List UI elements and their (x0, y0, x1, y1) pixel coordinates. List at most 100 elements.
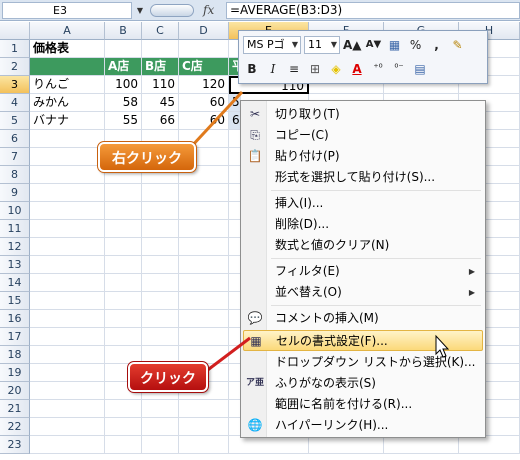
cell-b2-header[interactable]: A店 (105, 58, 142, 76)
formula-bar-resize-handle[interactable] (150, 4, 194, 17)
font-color-icon[interactable]: A (348, 60, 366, 78)
column-header-d[interactable]: D (179, 22, 229, 40)
grid-cell[interactable] (179, 256, 229, 274)
column-header-b[interactable]: B (105, 22, 142, 40)
grid-cell[interactable] (179, 238, 229, 256)
grid-cell[interactable] (105, 400, 142, 418)
row-header-15[interactable]: 15 (0, 292, 30, 310)
grid-cell[interactable] (179, 274, 229, 292)
grid-cell[interactable] (30, 130, 105, 148)
grid-cell[interactable] (142, 274, 179, 292)
grid-cell[interactable] (142, 184, 179, 202)
menu-item-cut[interactable]: ✂ 切り取り(T) (243, 104, 483, 125)
menu-item-sort[interactable]: 並べ替え(O) ▶ (243, 282, 483, 303)
grid-cell[interactable] (30, 400, 105, 418)
grid-cell[interactable] (142, 292, 179, 310)
row-header-14[interactable]: 14 (0, 274, 30, 292)
cell-b5[interactable]: 55 (105, 112, 142, 130)
grid-cell[interactable] (384, 436, 459, 454)
grid-cell[interactable] (142, 328, 179, 346)
grid-cell[interactable] (30, 274, 105, 292)
row-header-11[interactable]: 11 (0, 220, 30, 238)
menu-item-delete[interactable]: 削除(D)... (243, 214, 483, 235)
cell-d2-header[interactable]: C店 (179, 58, 229, 76)
grid-cell[interactable] (105, 220, 142, 238)
menu-item-filter[interactable]: フィルタ(E) ▶ (243, 261, 483, 282)
grid-cell[interactable] (30, 292, 105, 310)
grid-cell[interactable] (105, 40, 142, 58)
grid-cell[interactable] (179, 40, 229, 58)
cell-d5[interactable]: 60 (179, 112, 229, 130)
menu-item-paste[interactable]: 📋 貼り付け(P) (243, 146, 483, 167)
cell-a1-title[interactable]: 価格表 (30, 40, 105, 58)
row-header-17[interactable]: 17 (0, 328, 30, 346)
grid-cell[interactable] (30, 364, 105, 382)
grid-cell[interactable] (105, 202, 142, 220)
grid-cell[interactable] (105, 256, 142, 274)
grid-cell[interactable] (105, 310, 142, 328)
cell-c4[interactable]: 45 (142, 94, 179, 112)
row-header-12[interactable]: 12 (0, 238, 30, 256)
row-header-3[interactable]: 3 (0, 76, 30, 94)
grid-cell[interactable] (30, 328, 105, 346)
menu-item-format-cells[interactable]: ▦ セルの書式設定(F)... (243, 330, 483, 351)
row-header-21[interactable]: 21 (0, 400, 30, 418)
grid-cell[interactable] (179, 436, 229, 454)
grid-cell[interactable] (105, 184, 142, 202)
row-header-1[interactable]: 1 (0, 40, 30, 58)
grid-cell[interactable] (30, 166, 105, 184)
grid-cell[interactable] (179, 310, 229, 328)
grid-cell[interactable] (30, 184, 105, 202)
grid-cell[interactable] (105, 436, 142, 454)
grid-cell[interactable] (229, 436, 309, 454)
grid-cell[interactable] (179, 400, 229, 418)
grid-cell[interactable] (142, 238, 179, 256)
format-painter-icon[interactable]: ✎ (449, 36, 467, 54)
grid-cell[interactable] (459, 436, 520, 454)
grid-cell[interactable] (30, 436, 105, 454)
row-header-16[interactable]: 16 (0, 310, 30, 328)
grid-cell[interactable] (179, 292, 229, 310)
grid-cell[interactable] (30, 202, 105, 220)
cell-d4[interactable]: 60 (179, 94, 229, 112)
grid-cell[interactable] (105, 418, 142, 436)
fill-color-icon[interactable]: ◈ (327, 60, 345, 78)
menu-item-hyperlink[interactable]: 🌐 ハイパーリンク(H)... (243, 415, 483, 436)
menu-item-copy[interactable]: ⎘ コピー(C) (243, 125, 483, 146)
grid-cell[interactable] (179, 220, 229, 238)
cell-a5[interactable]: バナナ (30, 112, 105, 130)
grid-cell[interactable] (179, 328, 229, 346)
grid-cell[interactable] (105, 328, 142, 346)
row-header-13[interactable]: 13 (0, 256, 30, 274)
grid-cell[interactable] (30, 346, 105, 364)
grow-font-icon[interactable]: A▲ (343, 36, 362, 54)
grid-cell[interactable] (142, 436, 179, 454)
cell-c3[interactable]: 110 (142, 76, 179, 94)
grid-cell[interactable] (30, 148, 105, 166)
percent-style-icon[interactable]: % (407, 36, 425, 54)
cell-a4[interactable]: みかん (30, 94, 105, 112)
column-header-c[interactable]: C (142, 22, 179, 40)
grid-cell[interactable] (142, 40, 179, 58)
grid-cell[interactable] (30, 310, 105, 328)
grid-cell[interactable] (105, 274, 142, 292)
row-header-18[interactable]: 18 (0, 346, 30, 364)
grid-cell[interactable] (309, 436, 384, 454)
borders-icon[interactable]: ⊞ (306, 60, 324, 78)
cell-b3[interactable]: 100 (105, 76, 142, 94)
row-header-6[interactable]: 6 (0, 130, 30, 148)
merge-center-icon[interactable]: ▤ (411, 60, 429, 78)
grid-cell[interactable] (142, 400, 179, 418)
accounting-format-icon[interactable]: ▦ (386, 36, 404, 54)
menu-item-insert[interactable]: 挿入(I)... (243, 193, 483, 214)
menu-item-pick-from-list[interactable]: ドロップダウン リストから選択(K)... (243, 352, 483, 373)
grid-cell[interactable] (142, 418, 179, 436)
row-header-9[interactable]: 9 (0, 184, 30, 202)
italic-icon[interactable]: I (264, 60, 282, 78)
menu-item-clear-contents[interactable]: 数式と値のクリア(N) (243, 235, 483, 256)
shrink-font-icon[interactable]: A▼ (365, 36, 383, 54)
grid-cell[interactable] (179, 202, 229, 220)
font-name-select[interactable]: MS Pゴ ▼ (243, 36, 301, 54)
decrease-decimal-icon[interactable]: ⁰⁻ (390, 60, 408, 78)
cell-a2[interactable] (30, 58, 105, 76)
